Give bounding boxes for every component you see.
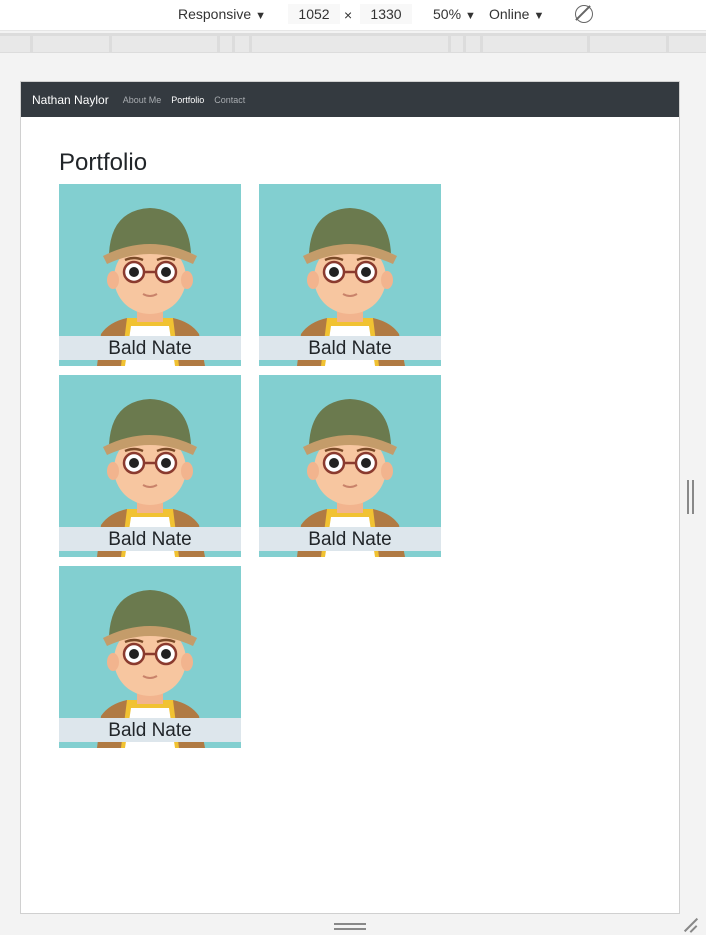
resize-handle-right[interactable] <box>687 480 695 514</box>
ruler-segment <box>0 36 30 52</box>
network-label: Online <box>489 6 530 22</box>
portfolio-card[interactable]: Bald Nate <box>59 375 241 557</box>
card-caption: Bald Nate <box>259 527 441 551</box>
ruler-segment <box>483 36 587 52</box>
chevron-down-icon: ▼ <box>465 10 476 22</box>
ruler-segment <box>590 36 666 52</box>
ruler-segment <box>112 36 217 52</box>
brand-link[interactable]: Nathan Naylor <box>32 93 109 107</box>
ruler-segment <box>451 36 463 52</box>
media-query-ruler[interactable] <box>0 33 706 53</box>
ruler-segment <box>669 36 706 52</box>
resize-handle-corner[interactable] <box>684 918 698 932</box>
ruler-segment <box>33 36 109 52</box>
times-icon: × <box>344 7 353 23</box>
device-viewport: Nathan Naylor About Me Portfolio Contact… <box>20 81 680 914</box>
ruler-segment <box>220 36 232 52</box>
devtools-device-toolbar: Responsive ▼ 1052 × 1330 50% ▼ Online ▼ <box>0 0 706 31</box>
device-label: Responsive <box>178 6 252 22</box>
card-caption: Bald Nate <box>59 718 241 742</box>
chevron-down-icon: ▼ <box>255 10 267 22</box>
rotate-icon[interactable] <box>575 5 593 23</box>
ruler-segment <box>235 36 249 52</box>
ruler-segment <box>466 36 480 52</box>
height-input[interactable]: 1330 <box>360 4 412 24</box>
portfolio-card[interactable]: Bald Nate <box>59 184 241 366</box>
resize-handle-bottom[interactable] <box>334 923 366 931</box>
portfolio-card[interactable]: Bald Nate <box>259 184 441 366</box>
zoom-label: 50% <box>433 6 462 22</box>
site-navbar: Nathan Naylor About Me Portfolio Contact <box>21 82 679 117</box>
width-input[interactable]: 1052 <box>288 4 340 24</box>
card-caption: Bald Nate <box>59 527 241 551</box>
nav-link-about[interactable]: About Me <box>123 95 162 105</box>
card-caption: Bald Nate <box>259 336 441 360</box>
ruler-segment <box>252 36 448 52</box>
page-title: Portfolio <box>59 149 148 176</box>
zoom-select[interactable]: 50% ▼ <box>433 6 476 22</box>
portfolio-card[interactable]: Bald Nate <box>59 566 241 748</box>
device-select[interactable]: Responsive ▼ <box>178 6 266 22</box>
card-caption: Bald Nate <box>59 336 241 360</box>
portfolio-card[interactable]: Bald Nate <box>259 375 441 557</box>
nav-link-contact[interactable]: Contact <box>214 95 245 105</box>
chevron-down-icon: ▼ <box>533 10 545 22</box>
nav-link-portfolio[interactable]: Portfolio <box>171 95 204 105</box>
network-select[interactable]: Online ▼ <box>489 6 544 22</box>
